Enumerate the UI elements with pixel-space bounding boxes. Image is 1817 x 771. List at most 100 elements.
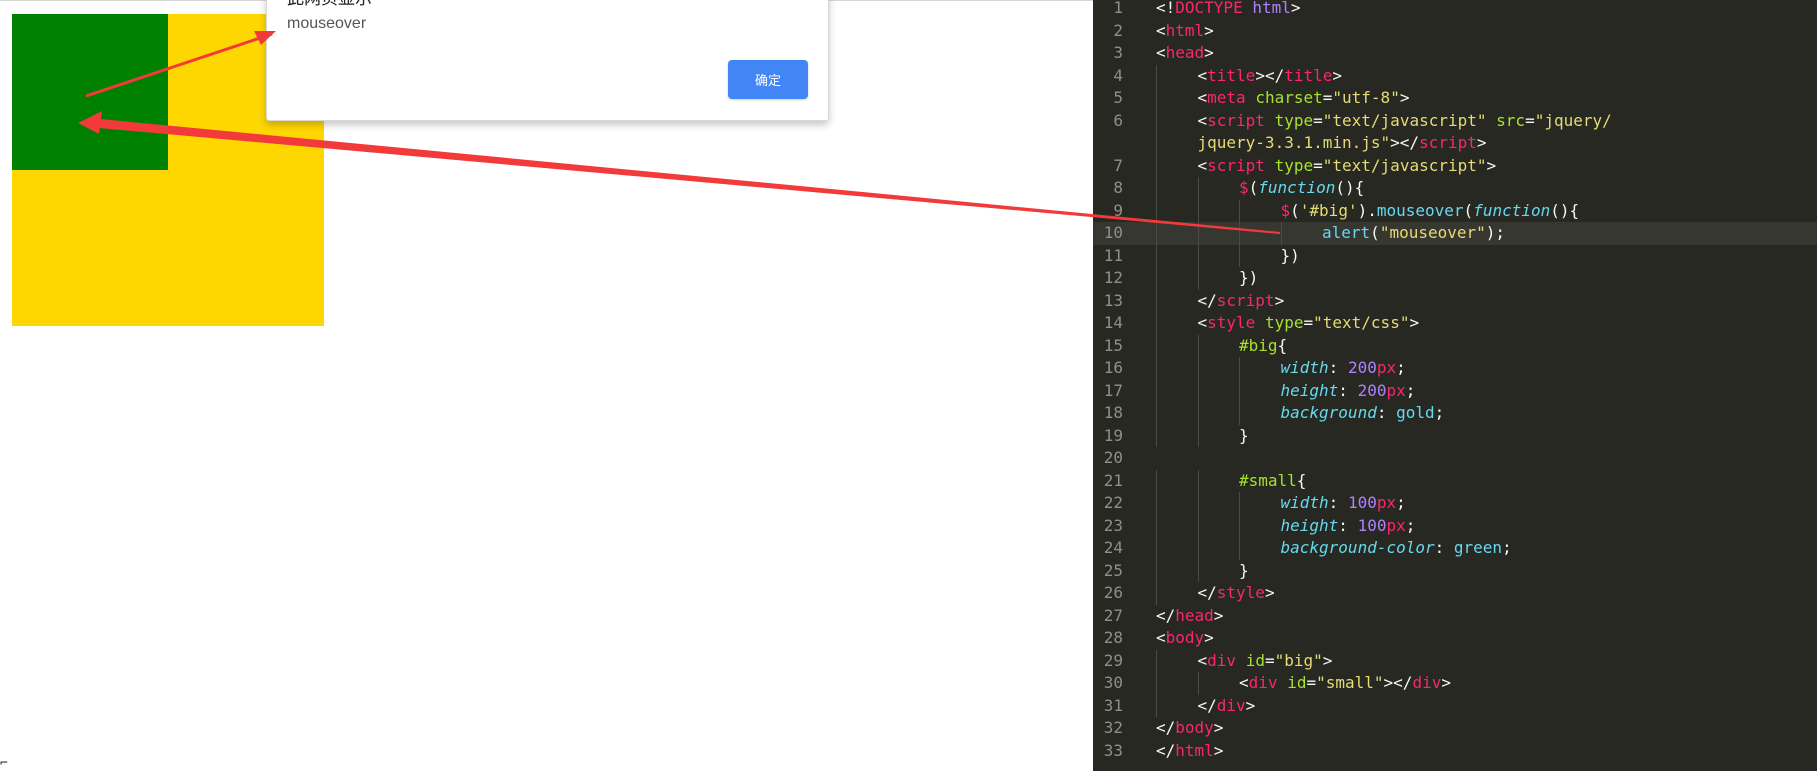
code-token: </ <box>1156 605 1176 625</box>
indent-guide <box>1197 244 1199 267</box>
code-line[interactable]: 23 height: 100px; <box>1093 514 1817 538</box>
indent-guide <box>1239 514 1240 537</box>
code-line[interactable]: 2 <html> <box>1093 20 1817 43</box>
code-text: <title></title> <box>1198 65 1343 88</box>
line-number: 12 <box>1103 268 1123 287</box>
code-token: > <box>1213 718 1224 737</box>
line-number: 1 <box>1113 0 1123 17</box>
indent-guide <box>1156 222 1157 245</box>
code-token: <! <box>1156 0 1176 17</box>
code-line[interactable]: 12}) <box>1093 267 1817 290</box>
code-token: px <box>1376 358 1397 377</box>
line-number: 21 <box>1103 470 1123 490</box>
code-token: > <box>1245 695 1256 715</box>
code-token: body <box>1175 718 1214 737</box>
code-token: script <box>1216 290 1275 310</box>
line-number: 19 <box>1103 425 1123 445</box>
code-token: > <box>1213 605 1224 625</box>
code-token: '#big' <box>1299 200 1358 220</box>
code-line[interactable]: 29 <div id="big"> <box>1093 649 1817 672</box>
code-line[interactable]: 30 <div id="small"></div> <box>1093 672 1817 695</box>
code-line[interactable]: jquery-3.3.1.min.js"></script> <box>1093 132 1817 155</box>
code-token: script <box>1207 110 1265 130</box>
code-token: alert <box>1322 223 1371 242</box>
line-number: 33 <box>1103 740 1123 760</box>
code-line[interactable]: 31 </div> <box>1093 694 1817 717</box>
code-line[interactable]: 4 <title></title> <box>1093 64 1817 88</box>
code-line[interactable]: 13 </script> <box>1093 289 1817 312</box>
indent-guide <box>1197 559 1199 582</box>
code-token: html <box>1252 0 1291 17</box>
indent-guide <box>1197 514 1199 537</box>
indent-guide <box>1239 357 1240 380</box>
code-token: green <box>1453 538 1503 557</box>
code-line[interactable]: 28 <body> <box>1093 627 1817 650</box>
code-token: : <box>1434 538 1454 557</box>
code-token: head <box>1165 43 1205 62</box>
code-text: #big{ <box>1239 335 1287 358</box>
code-line[interactable]: 20 <box>1093 447 1817 470</box>
code-line[interactable]: 11}) <box>1093 244 1817 267</box>
code-token: charset <box>1255 88 1323 107</box>
alert-ok-button[interactable]: 确定 <box>728 60 808 99</box>
code-line[interactable]: 22 width: 100px; <box>1093 492 1817 515</box>
code-line[interactable]: 27 </head> <box>1093 605 1817 628</box>
code-line[interactable]: 5 <meta charset="utf-8"> <box>1093 87 1817 110</box>
code-line[interactable]: 16 width: 200px; <box>1093 357 1817 380</box>
indent-guide <box>1239 199 1240 222</box>
code-line[interactable]: 24 background-color: green; <box>1093 537 1817 560</box>
indent-guide <box>1156 582 1157 605</box>
code-line[interactable]: 10 alert("mouseover"); <box>1093 222 1817 245</box>
code-token: { <box>1277 335 1288 355</box>
small-green-box[interactable] <box>12 14 168 170</box>
indent-guide <box>1239 244 1240 267</box>
code-token: body <box>1165 628 1205 647</box>
code-token: "jquery/ <box>1534 110 1612 130</box>
code-text: <head> <box>1156 42 1214 65</box>
code-token: = <box>1303 313 1314 332</box>
code-line[interactable]: 15 #big{ <box>1093 334 1817 358</box>
code-line[interactable]: 17 height: 200px; <box>1093 379 1817 402</box>
code-token: 100 <box>1347 493 1377 512</box>
code-token: = <box>1264 650 1275 670</box>
code-line[interactable]: 18 background: gold; <box>1093 402 1817 425</box>
code-line[interactable]: 7 <script type="text/javascript"> <box>1093 154 1817 177</box>
code-token: ( <box>1370 223 1380 242</box>
code-line[interactable]: 6 <script type="text/javascript" src="jqu… <box>1093 109 1817 132</box>
code-token: html <box>1175 740 1214 760</box>
code-line[interactable]: 8 $(function(){ <box>1093 177 1817 200</box>
code-line[interactable]: 9 $('#big').mouseover(function(){ <box>1093 199 1817 222</box>
code-line[interactable]: 26 </style> <box>1093 582 1817 605</box>
indent-guide <box>1197 469 1199 492</box>
code-line[interactable]: 33 </html> <box>1093 740 1817 763</box>
code-text: height: 100px; <box>1281 515 1416 538</box>
code-token: > <box>1441 673 1451 692</box>
code-token: }) <box>1239 268 1259 287</box>
code-token: > <box>1290 0 1301 17</box>
code-line[interactable]: 1 <!DOCTYPE html> <box>1093 0 1817 20</box>
alert-message: mouseover <box>287 15 367 32</box>
line-number: 15 <box>1103 335 1123 355</box>
code-text: } <box>1239 560 1249 583</box>
code-line[interactable]: 14 <style type="text/css"> <box>1093 312 1817 335</box>
code-text: jquery-3.3.1.min.js"></script> <box>1198 132 1487 155</box>
code-line[interactable]: 19} <box>1093 424 1817 447</box>
line-number: 24 <box>1103 538 1123 557</box>
code-token: < <box>1197 650 1208 670</box>
code-line[interactable]: 21 #small{ <box>1093 469 1817 492</box>
indent-guide <box>1239 402 1240 425</box>
code-editor[interactable]: 1 <!DOCTYPE html> 2 <html> 3 <head> 4 <title></… <box>1093 0 1817 771</box>
indent-guide <box>1156 649 1157 672</box>
indent-guide <box>1197 424 1199 447</box>
code-token: ; <box>1502 538 1512 557</box>
line-number: 10 <box>1103 223 1123 242</box>
code-text: <html> <box>1156 20 1214 43</box>
code-token: ; <box>1405 380 1416 400</box>
code-token: > <box>1274 290 1285 310</box>
code-line[interactable]: 3 <head> <box>1093 42 1817 65</box>
code-token: > <box>1486 155 1497 175</box>
indent-guide <box>1156 492 1157 515</box>
code-line[interactable]: 25} <box>1093 559 1817 583</box>
code-line[interactable]: 32 </body> <box>1093 717 1817 740</box>
